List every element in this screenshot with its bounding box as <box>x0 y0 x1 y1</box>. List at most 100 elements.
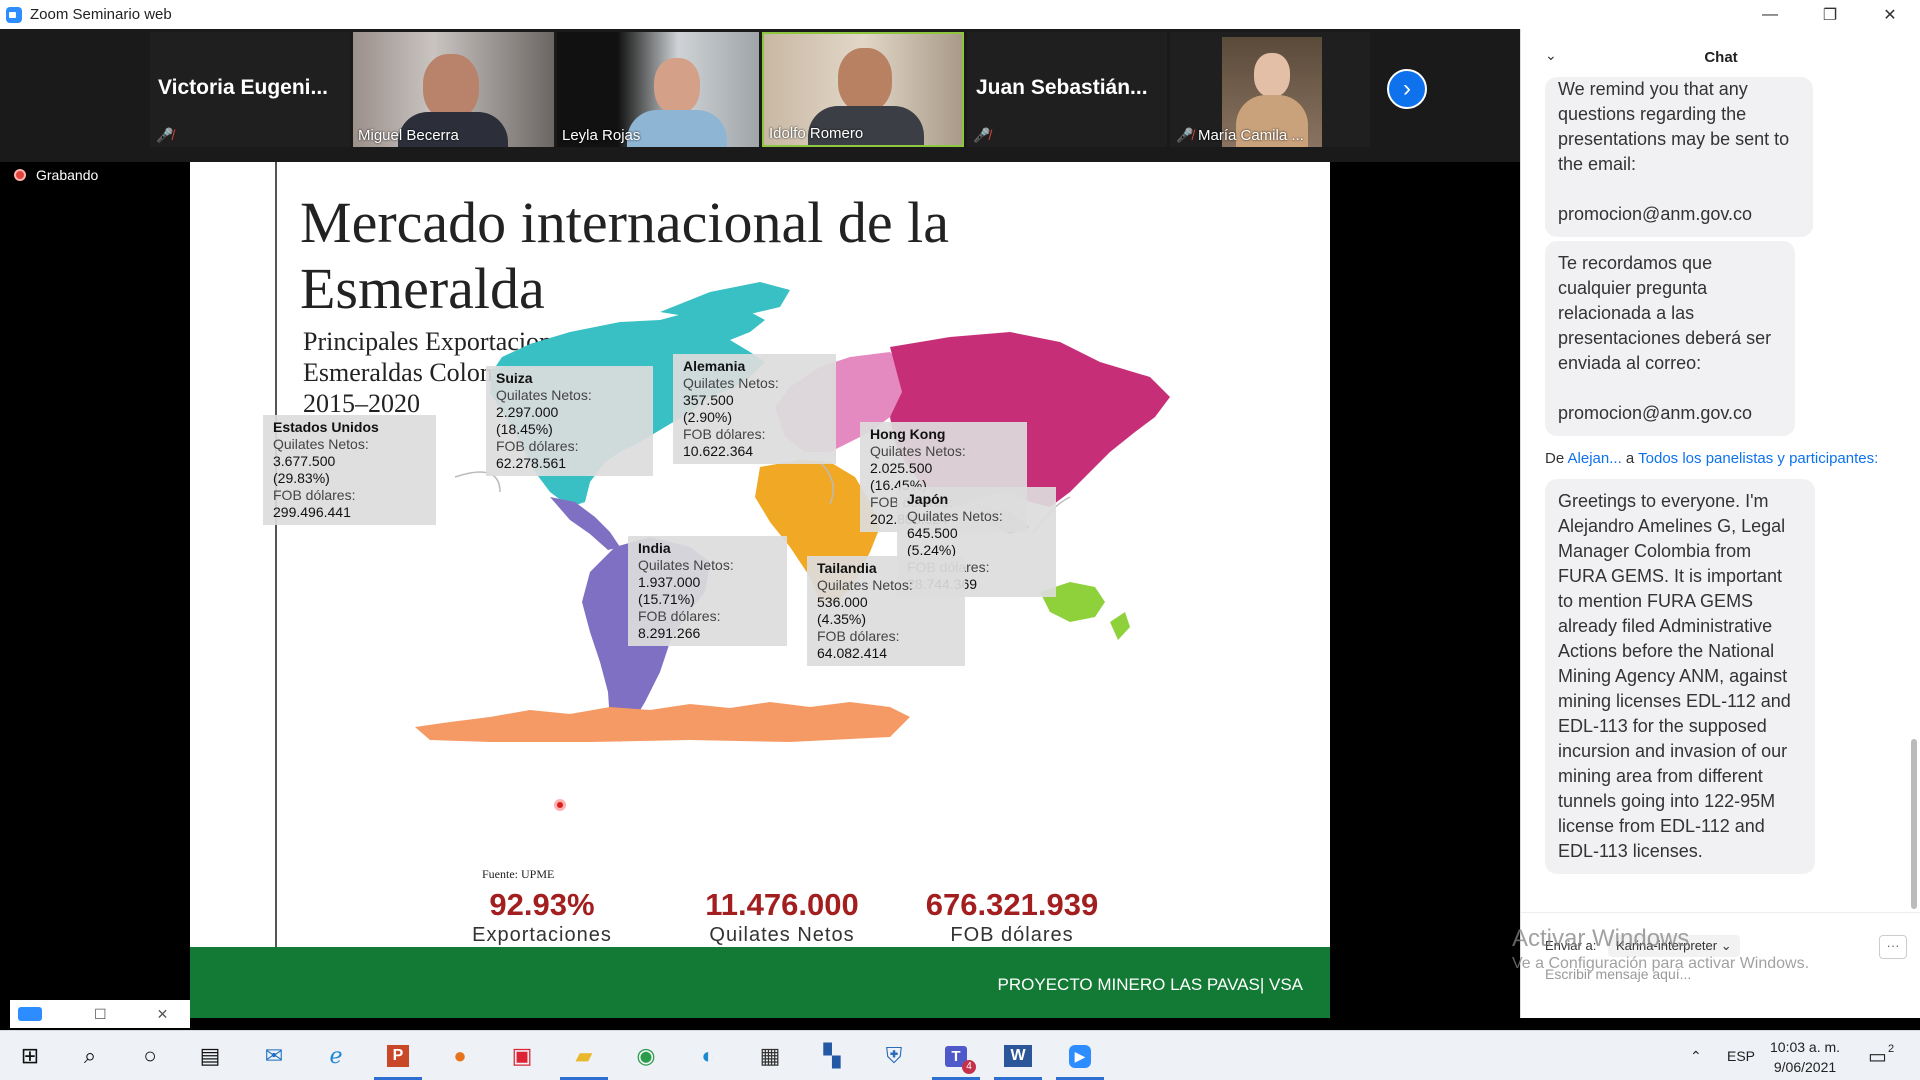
restore-button[interactable]: ❐ <box>1800 0 1860 29</box>
callout-pct: (29.83%) <box>273 470 330 486</box>
chat-line <box>1558 177 1800 202</box>
participant-tile[interactable]: 🎤̸ María Camila ... <box>1170 32 1370 147</box>
teams-badge: 4 <box>962 1060 976 1074</box>
notification-icon[interactable]: ▭ <box>1868 1031 1887 1080</box>
search-icon[interactable]: ⌕ <box>74 1040 106 1072</box>
central-america-shape <box>550 497 620 550</box>
close-icon[interactable]: ✕ <box>157 1006 169 1023</box>
file-explorer-icon[interactable]: ▰ <box>560 1040 608 1080</box>
callout-label: Quilates Netos: <box>496 387 592 403</box>
taskbar-clock[interactable]: 10:03 a. m. 9/06/2021 <box>1770 1037 1840 1077</box>
callout-value: 645.500 <box>907 525 958 541</box>
callout-pct: (18.45%) <box>496 421 553 437</box>
chat-message: Te recordamos que cualquier pregunta rel… <box>1545 241 1795 436</box>
chat-line: license from EDL-112 and <box>1558 816 1765 836</box>
participant-face <box>838 48 892 112</box>
slide-footer: PROYECTO MINERO LAS PAVAS| VSA <box>190 947 1330 1018</box>
chat-line: already filed Administrative <box>1558 616 1773 636</box>
stat-exportaciones: 92.93% Exportaciones <box>442 887 642 947</box>
chat-line: mining area from different <box>1558 766 1763 786</box>
chrome-icon[interactable]: ◉ <box>630 1040 662 1072</box>
mail-icon[interactable]: ✉ <box>258 1040 290 1072</box>
callout-fob: FOB dólares: 10.622.364 <box>683 426 826 460</box>
callout-quilates: Quilates Netos: 645.500 <box>907 508 1046 542</box>
participant-tile-active-speaker[interactable]: Idolfo Romero <box>762 32 964 147</box>
chat-line: questions regarding the <box>1558 104 1747 124</box>
callout-country: Tailandia <box>817 560 877 576</box>
powerpoint-glyph: P <box>386 1045 410 1067</box>
participant-video-strip: Victoria Eugeni... 🎤̸ Miguel Becerra Ley… <box>0 29 1520 162</box>
chevron-up-icon[interactable]: ⌃ <box>1690 1031 1702 1080</box>
powerpoint-icon[interactable]: P <box>374 1040 422 1080</box>
internet-explorer-icon[interactable]: ℯ <box>320 1040 352 1072</box>
zoom-mini-icon[interactable] <box>18 1007 42 1021</box>
to-prefix: a <box>1625 450 1635 467</box>
stat-quilates: 11.476.000 Quilates Netos <box>682 887 882 947</box>
chat-line: relacionada a las <box>1558 303 1695 323</box>
windows-taskbar: ⊞ ⌕ ○ ▤ ✉ ℯ P ● ▣ ▰ ◉ ◐ ▦ ▚ ⛨ T 4 W ▶ ⌃ … <box>0 1030 1920 1080</box>
sender-link[interactable]: Alejan... <box>1568 450 1622 467</box>
participant-tile[interactable]: Juan Sebastián... 🎤̸ <box>967 32 1167 147</box>
task-view-icon[interactable]: ▤ <box>194 1040 226 1072</box>
chat-line: presentaciones deberá ser <box>1558 328 1772 348</box>
participant-tile[interactable]: Victoria Eugeni... 🎤̸ <box>150 32 350 147</box>
network-app-icon[interactable]: ▚ <box>816 1040 848 1072</box>
teams-icon[interactable]: T 4 <box>932 1040 980 1080</box>
gift-icon[interactable]: ▣ <box>506 1040 538 1072</box>
store-icon[interactable]: ▦ <box>754 1040 786 1072</box>
next-participants-button[interactable]: › <box>1387 69 1427 109</box>
participant-tile[interactable]: Leyla Rojas <box>557 32 759 147</box>
word-icon[interactable]: W <box>994 1040 1042 1080</box>
edge-icon[interactable]: ◐ <box>692 1040 724 1072</box>
callout-value: 10.622.364 <box>683 443 754 459</box>
chat-line: incursion and invasion of our <box>1558 741 1788 761</box>
callout-value: 1.937.000 <box>638 574 701 590</box>
callout-pct: (2.90%) <box>683 409 733 425</box>
start-windows-icon[interactable]: ⊞ <box>14 1040 46 1072</box>
chat-line: enviada al correo: <box>1558 353 1702 373</box>
chat-line: Te recordamos que <box>1558 253 1713 273</box>
chat-line: Greetings to everyone. I'm <box>1558 491 1769 511</box>
chat-line: cualquier pregunta <box>1558 278 1708 298</box>
participant-name: Leyla Rojas <box>562 127 641 144</box>
language-indicator[interactable]: ESP <box>1727 1031 1755 1080</box>
callout-label: Quilates Netos: <box>817 577 913 593</box>
clock-time: 10:03 a. m. <box>1770 1039 1841 1055</box>
callout-fob: FOB dólares: 299.496.441 <box>273 487 426 521</box>
callout-quilates: Quilates Netos: 1.937.000 <box>638 557 777 591</box>
chat-line: EDL-113 licenses. <box>1558 841 1703 861</box>
minimize-button[interactable]: — <box>1740 0 1800 29</box>
callout-country: Hong Kong <box>870 426 946 442</box>
antarctica-shape <box>415 702 910 742</box>
cortana-icon[interactable]: ○ <box>134 1040 166 1072</box>
muted-mic-icon: 🎤̸ <box>1176 127 1194 143</box>
stat-value: 92.93% <box>489 887 595 922</box>
activate-windows-watermark: Activar Windows Ve a Configuración para … <box>1512 925 1809 973</box>
presentation-slide: Mercado internacional de la Esmeralda Pr… <box>190 162 1330 1018</box>
new-zealand-shape <box>1110 612 1130 640</box>
callout-label: Quilates Netos: <box>907 508 1003 524</box>
notification-count: 2 <box>1888 1043 1895 1055</box>
callout-country: India <box>638 540 671 556</box>
callout-tailandia: Tailandia Quilates Netos: 536.000 (4.35%… <box>807 556 965 666</box>
maximize-icon[interactable]: ☐ <box>94 1006 107 1023</box>
chat-scrollbar[interactable] <box>1911 739 1917 909</box>
callout-estados-unidos: Estados Unidos Quilates Netos: 3.677.500… <box>263 415 436 525</box>
zoom-glyph: ▶ <box>1068 1044 1092 1068</box>
muted-mic-icon: 🎤̸ <box>156 127 174 143</box>
firefox-icon[interactable]: ● <box>444 1040 476 1072</box>
more-options-button[interactable]: ··· <box>1879 935 1907 959</box>
close-window-button[interactable]: ✕ <box>1860 0 1920 29</box>
recipient-link[interactable]: Todos los panelistas y participantes: <box>1638 450 1878 467</box>
callout-country: Suiza <box>496 370 533 386</box>
shield-icon[interactable]: ⛨ <box>878 1040 910 1072</box>
chat-line: promocion@anm.gov.co <box>1558 204 1753 224</box>
participant-name: Victoria Eugeni... <box>158 76 328 99</box>
participant-tile[interactable]: Miguel Becerra <box>353 32 554 147</box>
zoom-taskbar-icon[interactable]: ▶ <box>1056 1040 1104 1080</box>
chat-panel: ⌄ Chat We remind you that any questions … <box>1520 29 1920 1018</box>
callout-value: 62.278.561 <box>496 455 567 471</box>
chat-line <box>1558 376 1782 401</box>
stat-fob: 676.321.939 FOB dólares <box>912 887 1112 947</box>
chat-line: promocion@anm.gov.co <box>1558 403 1753 423</box>
